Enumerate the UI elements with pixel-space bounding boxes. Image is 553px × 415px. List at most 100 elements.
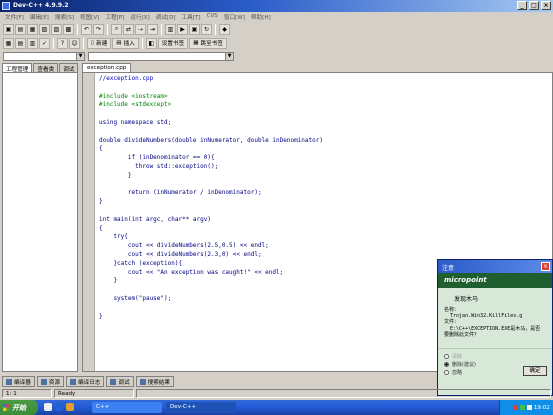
code-line[interactable]: cout << divideNumbers(2.5,0.5) << endl; [99, 242, 323, 251]
tab-debug-output[interactable]: 调试 [106, 376, 134, 387]
ok-button[interactable]: 确定 [523, 366, 547, 376]
code-line[interactable] [99, 181, 323, 190]
debug-icon[interactable]: ◆ [219, 23, 230, 35]
menu-run[interactable]: 运行[X] [128, 12, 151, 22]
replace-icon[interactable]: ⇄ [123, 23, 134, 35]
code-line[interactable]: return (inNumerator / inDenominator); [99, 189, 323, 198]
code-text[interactable]: //exception.cpp #include <iostream> #inclu… [99, 75, 323, 321]
save-all-icon[interactable]: ▧ [39, 23, 50, 35]
run-icon[interactable]: ▶ [177, 23, 188, 35]
radio-icon [444, 369, 449, 375]
antivirus-tray-icon[interactable] [512, 405, 518, 410]
toggle-bookmark-icon[interactable]: ◧ [145, 37, 157, 49]
code-line[interactable]: { [99, 145, 323, 154]
class-icon[interactable]: ▤ [15, 37, 26, 49]
redo-icon[interactable]: ↷ [93, 23, 104, 35]
code-line[interactable] [99, 110, 323, 119]
desktop-icon[interactable] [44, 403, 52, 411]
menu-view[interactable]: 视图[V] [78, 12, 101, 22]
new-button[interactable]: ▯ 新建 [87, 37, 112, 49]
task-cpp-folder[interactable]: C++ [92, 402, 162, 413]
maximize-button[interactable]: □ [529, 1, 539, 10]
open-icon[interactable]: ▤ [15, 23, 26, 35]
code-line[interactable]: cout << divideNumbers(2.3,0) << endl; [99, 251, 323, 260]
volume-tray-icon[interactable] [526, 405, 532, 410]
start-button[interactable]: 开始 [0, 400, 38, 415]
tab-project[interactable]: 工程管理 [2, 63, 33, 73]
code-line[interactable]: system("pause"); [99, 295, 323, 304]
menu-debug[interactable]: 调试[D] [154, 12, 178, 22]
undo-icon[interactable]: ↶ [81, 23, 92, 35]
find-next-icon[interactable]: ⇢ [135, 23, 146, 35]
code-line[interactable] [99, 128, 323, 137]
resources-icon [40, 378, 47, 385]
member-combo[interactable]: ▼ [88, 51, 234, 61]
code-line[interactable] [99, 207, 323, 216]
code-line[interactable]: } [99, 172, 323, 181]
network-tray-icon[interactable] [519, 405, 525, 410]
close-file-icon[interactable]: ▨ [51, 23, 62, 35]
option-clean[interactable]: 清除 [444, 352, 546, 360]
minimize-button[interactable]: _ [517, 1, 527, 10]
menu-cvs[interactable]: CVS [205, 12, 220, 22]
code-line[interactable] [99, 304, 323, 313]
menu-edit[interactable]: 编辑[E] [28, 12, 51, 22]
set-bookmark-button[interactable]: 设置书签 [157, 37, 189, 49]
tab-search-results[interactable]: 搜索结果 [135, 376, 174, 387]
class-combo[interactable]: ▼ [3, 51, 85, 61]
find-icon[interactable]: ⌕ [111, 23, 122, 35]
dialog-close-icon[interactable]: × [541, 262, 550, 271]
code-line[interactable]: throw std::exception(); [99, 163, 323, 172]
code-line[interactable]: using namespace std; [99, 119, 323, 128]
code-line[interactable]: } [99, 198, 323, 207]
insert-button[interactable]: ▤ 插入 [112, 37, 139, 49]
code-line[interactable]: double divideNumbers(double inNumerator,… [99, 137, 323, 146]
code-line[interactable]: cout << "An exception was caught!" << en… [99, 269, 323, 278]
new-file-icon[interactable]: ▣ [3, 23, 14, 35]
code-line[interactable]: int main(int argc, char** argv) [99, 216, 323, 225]
media-icon[interactable] [66, 403, 74, 411]
devcpp-app-icon[interactable] [2, 2, 10, 10]
tab-resources[interactable]: 资源 [36, 376, 64, 387]
code-line[interactable]: if (inDenominator == 0){ [99, 154, 323, 163]
about-icon[interactable]: ☺ [69, 37, 80, 49]
code-line[interactable] [99, 84, 323, 93]
project-tree-panel[interactable] [2, 72, 78, 372]
code-line[interactable]: } [99, 277, 323, 286]
code-line[interactable]: //exception.cpp [99, 75, 323, 84]
save-icon[interactable]: ▦ [27, 23, 38, 35]
goto-bookmark-button[interactable]: ▦ 跳至书签 [189, 37, 227, 49]
chevron-down-icon: ▼ [76, 52, 84, 60]
options-icon[interactable]: ▥ [27, 37, 38, 49]
help-icon[interactable]: ? [57, 37, 68, 49]
tab-compile-log[interactable]: 编译日志 [66, 376, 105, 387]
editor-tab-exception-cpp[interactable]: exception.cpp [82, 63, 132, 72]
micropoint-logo: micropoint [444, 276, 487, 284]
menu-project[interactable]: 工程[P] [103, 12, 126, 22]
compile-icon[interactable]: ▥ [165, 23, 176, 35]
menu-help[interactable]: 帮助[H] [249, 12, 273, 22]
tab-debug[interactable]: 调试 [59, 63, 79, 73]
code-line[interactable] [99, 286, 323, 295]
compile-run-icon[interactable]: ▣ [189, 23, 200, 35]
code-line[interactable]: { [99, 225, 323, 234]
tab-classes[interactable]: 查看类 [33, 63, 59, 73]
code-line[interactable]: #include <iostream> [99, 93, 323, 102]
task-devcpp[interactable]: Dev-C++ [166, 402, 236, 413]
close-button[interactable]: × [541, 1, 551, 10]
code-line[interactable]: #include <stdexcept> [99, 101, 323, 110]
check-icon[interactable]: ✓ [39, 37, 50, 49]
ie-icon[interactable] [55, 403, 63, 411]
rebuild-icon[interactable]: ↻ [201, 23, 212, 35]
menu-file[interactable]: 文件[F] [3, 12, 26, 22]
tab-compiler[interactable]: 编译器 [2, 376, 35, 387]
menu-tools[interactable]: 工具[T] [180, 12, 203, 22]
menu-search[interactable]: 搜索[S] [53, 12, 76, 22]
menu-window[interactable]: 窗口[W] [222, 12, 247, 22]
print-icon[interactable]: ▩ [63, 23, 74, 35]
code-line[interactable]: } [99, 313, 323, 322]
goto-line-icon[interactable]: ⇥ [147, 23, 158, 35]
code-line[interactable]: try{ [99, 233, 323, 242]
project-icon[interactable]: ▦ [3, 37, 14, 49]
code-line[interactable]: }catch (exception){ [99, 260, 323, 269]
